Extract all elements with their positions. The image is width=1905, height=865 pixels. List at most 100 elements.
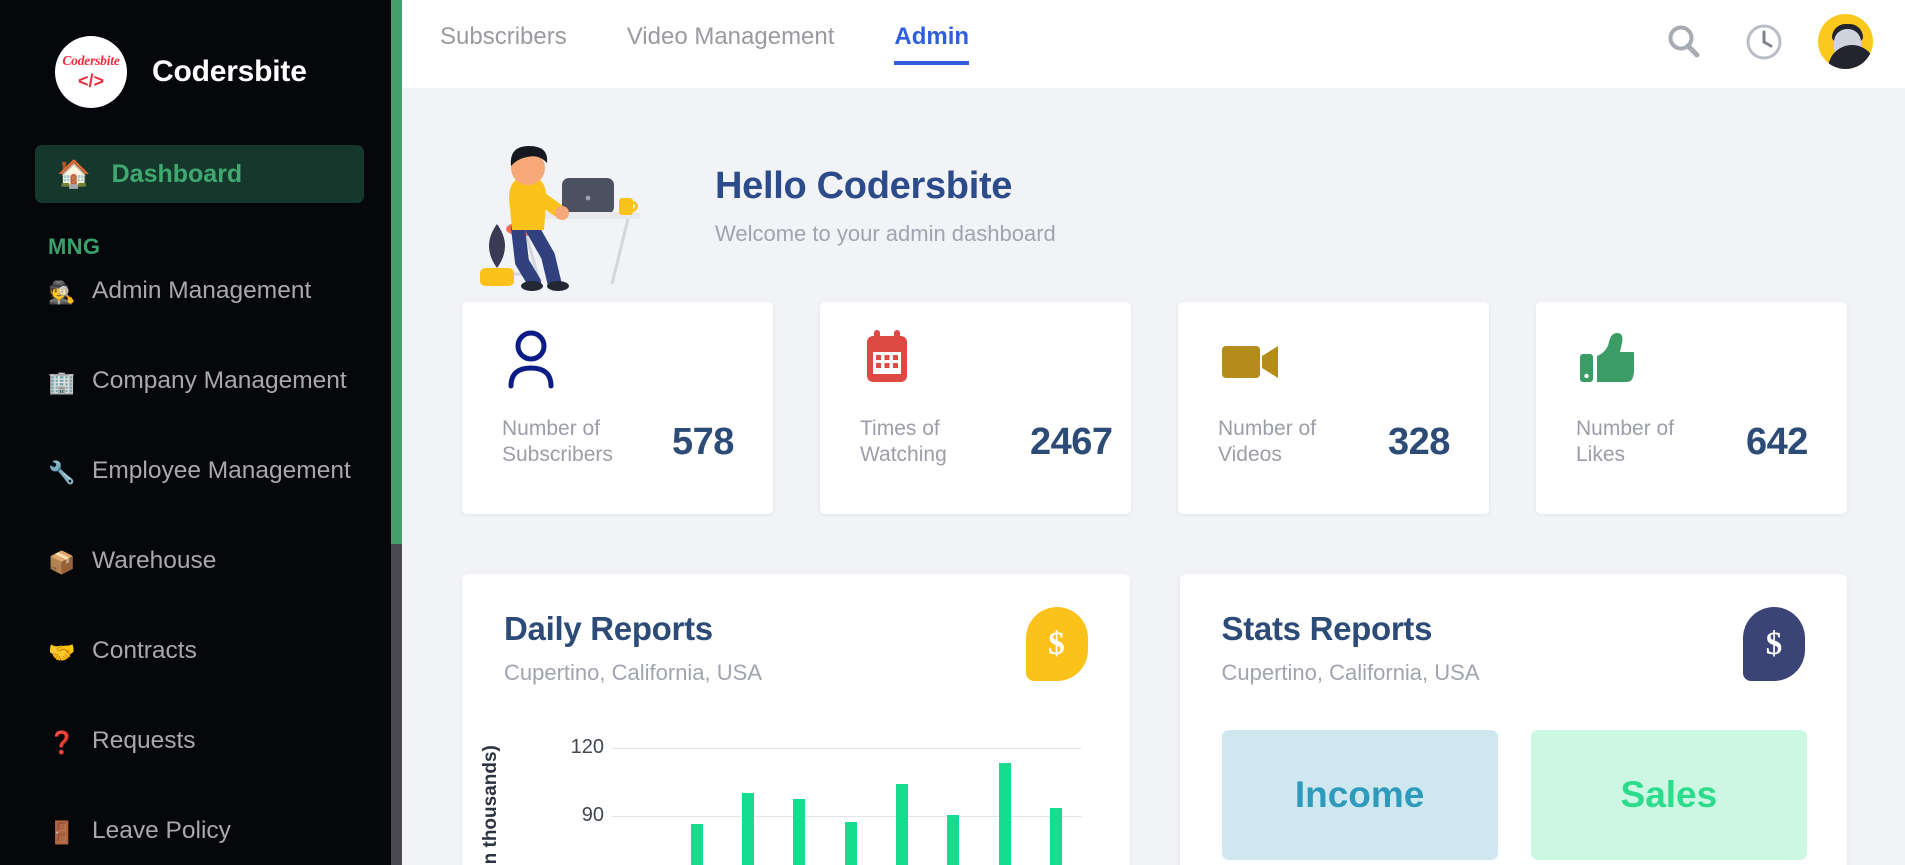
stat-value: 578 <box>672 420 734 463</box>
chart-bar-cell <box>774 726 825 865</box>
stat-card-watching[interactable]: Times of Watching 2467 <box>820 302 1131 514</box>
tile-income[interactable]: Income <box>1221 730 1498 860</box>
brand[interactable]: Codersbite </> Codersbite <box>0 0 402 118</box>
home-icon: 🏠 <box>57 158 91 189</box>
stat-row: Number of Videos 328 <box>1218 416 1489 469</box>
chart-bar[interactable] <box>896 784 909 865</box>
tile-label: Sales <box>1620 774 1718 815</box>
person-at-desk-illustration <box>462 116 677 296</box>
daily-reports-card[interactable]: Daily Reports Cupertino, California, USA… <box>462 574 1130 865</box>
sidebar-item-admin-management[interactable]: 🕵 Admin Management <box>0 274 402 310</box>
topbar: Subscribers Video Management Admin <box>402 0 1905 88</box>
wrench-icon: 🔧 <box>48 460 76 485</box>
page-subtitle: Welcome to your admin dashboard <box>715 221 1056 246</box>
logo-wordmark: Codersbite <box>62 53 120 69</box>
sidebar-scrollbar-thumb[interactable] <box>391 0 402 544</box>
sidebar: Codersbite </> Codersbite 🏠 Dashboard MN… <box>0 0 402 865</box>
avatar[interactable] <box>1818 14 1873 69</box>
tab-label: Video Management <box>626 23 835 50</box>
sidebar-item-label: Dashboard <box>111 159 243 188</box>
sidebar-item-label: Company Management <box>92 367 347 394</box>
card-title: Daily Reports <box>504 610 713 647</box>
y-tick-label: 120 <box>570 736 604 758</box>
chart-bar-cell <box>723 726 774 865</box>
dashboard-content: Hello Codersbite Welcome to your admin d… <box>402 88 1905 865</box>
stat-value: 328 <box>1388 420 1450 463</box>
chart-bars <box>620 726 1082 865</box>
clock-icon[interactable] <box>1738 16 1790 68</box>
chart-plot-area: 120 90 <box>564 726 1090 865</box>
sidebar-item-label: Requests <box>92 727 196 754</box>
chart-y-axis-label: (in thousands) <box>480 745 501 865</box>
stat-row: Number of Likes 642 <box>1576 416 1847 469</box>
main-area: Subscribers Video Management Admin Hello… <box>402 0 1905 865</box>
tab-label: Admin <box>894 23 970 50</box>
sidebar-item-dashboard[interactable]: 🏠 Dashboard <box>35 145 364 203</box>
search-icon[interactable] <box>1658 16 1710 68</box>
stat-label: Number of Videos <box>1218 417 1317 467</box>
sidebar-item-label: Leave Policy <box>92 817 231 844</box>
chart-bar-cell <box>1030 726 1081 865</box>
sidebar-item-warehouse[interactable]: 📦 Warehouse <box>0 544 402 580</box>
stat-label: Number of Likes <box>1576 417 1675 467</box>
sidebar-item-requests[interactable]: ❓ Requests <box>0 724 402 760</box>
calendar-icon <box>860 328 1131 400</box>
tab-label: Subscribers <box>440 23 567 50</box>
stat-cards: Number of Subscribers 578 Times of Watch… <box>402 302 1905 514</box>
report-cards: Daily Reports Cupertino, California, USA… <box>402 574 1905 865</box>
stats-tiles: Income Sales <box>1221 730 1807 860</box>
stat-row: Times of Watching 2467 <box>860 416 1131 469</box>
stat-card-subscribers[interactable]: Number of Subscribers 578 <box>462 302 773 514</box>
building-icon: 🏢 <box>48 370 76 395</box>
tab-subscribers[interactable]: Subscribers <box>440 23 567 65</box>
video-icon <box>1218 328 1489 400</box>
hero-banner: Hello Codersbite Welcome to your admin d… <box>402 88 1905 298</box>
brand-logo-icon: Codersbite </> <box>55 36 127 108</box>
chart-bar[interactable] <box>998 762 1011 865</box>
sidebar-item-employee-management[interactable]: 🔧 Employee Management <box>0 454 402 490</box>
chart-bar[interactable] <box>793 799 806 865</box>
box-icon: 📦 <box>48 550 76 575</box>
app-root: Codersbite </> Codersbite 🏠 Dashboard MN… <box>0 0 1905 865</box>
question-icon: ❓ <box>48 730 76 755</box>
chart-bar-cell <box>928 726 979 865</box>
door-exit-icon: 🚪 <box>48 820 76 845</box>
stat-row: Number of Subscribers 578 <box>502 416 773 469</box>
topbar-icons <box>1658 14 1873 69</box>
stat-card-videos[interactable]: Number of Videos 328 <box>1178 302 1489 514</box>
sidebar-item-contracts[interactable]: 🤝 Contracts <box>0 634 402 670</box>
sidebar-section-label: MNG <box>48 234 101 259</box>
stat-label: Number of Subscribers <box>502 417 613 467</box>
chart-bar-cell <box>825 726 876 865</box>
chart-bar[interactable] <box>690 823 703 865</box>
chart-bar-cell <box>876 726 927 865</box>
logo-code-icon: </> <box>77 70 105 91</box>
card-subtitle: Cupertino, California, USA <box>1221 660 1480 685</box>
brand-name: Codersbite <box>152 55 307 88</box>
tile-sales[interactable]: Sales <box>1530 730 1807 860</box>
detective-icon: 🕵 <box>48 280 76 305</box>
stats-reports-card[interactable]: Stats Reports Cupertino, California, USA… <box>1179 574 1847 865</box>
tile-label: Income <box>1294 774 1425 815</box>
chart-bar[interactable] <box>1049 808 1062 865</box>
tab-video-management[interactable]: Video Management <box>627 23 835 65</box>
sidebar-item-company-management[interactable]: 🏢 Company Management <box>0 364 402 400</box>
stat-value: 2467 <box>1030 420 1113 463</box>
tab-admin[interactable]: Admin <box>894 23 969 65</box>
stat-value: 642 <box>1746 420 1808 463</box>
stat-card-likes[interactable]: Number of Likes 642 <box>1536 302 1847 514</box>
sidebar-item-label: Admin Management <box>92 277 312 304</box>
chart-bar[interactable] <box>742 793 755 865</box>
chart-bar-cell <box>671 726 722 865</box>
chart-bar-cell <box>979 726 1030 865</box>
sidebar-nav: 🕵 Admin Management 🏢 Company Management 🔧 E… <box>0 260 402 850</box>
chart-bar[interactable] <box>947 814 960 865</box>
sidebar-item-label: Warehouse <box>92 547 217 574</box>
top-tabs: Subscribers Video Management Admin <box>402 0 1029 65</box>
chart-bar[interactable] <box>844 821 857 865</box>
sidebar-item-leave-policy[interactable]: 🚪 Leave Policy <box>0 814 402 850</box>
sidebar-item-label: Contracts <box>92 637 197 664</box>
page-title: Hello Codersbite <box>715 165 1013 207</box>
handshake-icon: 🤝 <box>48 640 76 665</box>
user-icon <box>502 328 773 400</box>
